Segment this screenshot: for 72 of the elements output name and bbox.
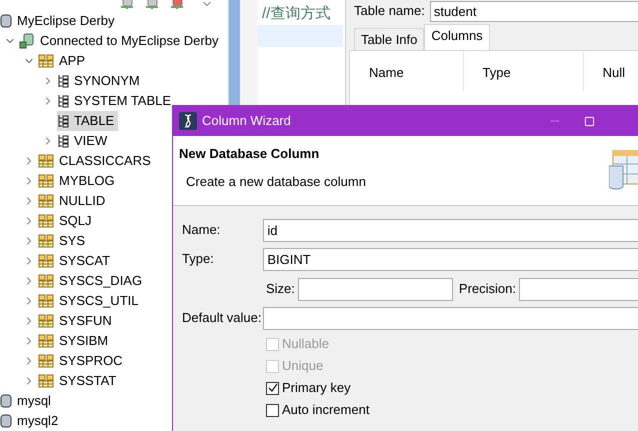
field-label: Table name: [354, 2, 425, 20]
window-title: Column Wizard [202, 112, 291, 130]
tree-item[interactable]: SYNONYM [57, 71, 144, 91]
schema-icon [38, 374, 54, 388]
tree-item[interactable]: SYSTEM TABLE [57, 91, 176, 111]
schema-icon [38, 214, 54, 228]
checkbox-label: Unique [282, 357, 324, 376]
schema-icon [38, 54, 54, 68]
tree-item[interactable]: NULLID [38, 191, 110, 211]
default-value-field[interactable] [263, 306, 638, 330]
database-icon [0, 414, 12, 428]
tree-item[interactable]: SYSSTAT [38, 371, 120, 391]
checkbox-label: Auto increment [282, 401, 370, 420]
tree-item[interactable]: SYSCAT [38, 251, 114, 271]
wizard-subtitle: Create a new database column [185, 172, 367, 190]
tree-item[interactable]: MyEclipse Derby [0, 11, 119, 31]
tree-item[interactable]: mysql2 [0, 411, 62, 431]
schema-icon [38, 294, 54, 308]
schema-icon [38, 154, 54, 168]
field-label: Size: [266, 280, 295, 298]
checkbox[interactable] [266, 382, 279, 394]
schema-icon [38, 234, 54, 248]
column-header[interactable]: Null [584, 51, 638, 91]
checkbox-label: Primary key [282, 379, 351, 398]
database-icon [0, 14, 12, 28]
table-list-icon [57, 94, 69, 108]
tree-item[interactable]: APP [38, 51, 90, 71]
column-header[interactable]: Name [350, 51, 464, 91]
tree-item[interactable]: SYS [38, 231, 90, 251]
wizard-heading: New Database Column [179, 145, 320, 163]
tree-item[interactable]: Connected to MyEclipse Derby [19, 31, 222, 51]
field-label: Name: [182, 221, 222, 240]
tree-item[interactable]: SYSCS_DIAG [38, 271, 146, 291]
table-list-icon [57, 74, 69, 88]
field-label: Type: [182, 250, 215, 268]
checkbox-label: Nullable [282, 335, 329, 354]
schema-icon [38, 354, 54, 368]
field-label: Default value: [182, 309, 262, 328]
connection-icon [19, 33, 35, 49]
precision-field[interactable] [518, 278, 638, 300]
tree-item[interactable]: CLASSICCARS [38, 151, 155, 171]
tree-item[interactable]: SYSIBM [38, 331, 112, 351]
code-line: //查询方式 [261, 4, 330, 24]
field-label: Precision: [458, 280, 516, 298]
tree-item[interactable]: SYSCS_UTIL [38, 291, 142, 311]
column-header[interactable]: Type [464, 51, 584, 91]
size-field[interactable] [298, 278, 453, 300]
tree-item[interactable]: SQLJ [38, 211, 96, 231]
checkbox[interactable] [266, 404, 279, 416]
tree-item[interactable]: SYSFUN [38, 311, 116, 331]
schema-icon [38, 174, 54, 188]
schema-icon [38, 334, 54, 348]
schema-icon [38, 194, 54, 208]
database-icon [0, 394, 12, 408]
tree-item[interactable]: mysql [0, 391, 55, 411]
table-list-icon [57, 114, 69, 128]
name-field[interactable]: id [263, 218, 638, 242]
maximize-icon[interactable] [584, 116, 595, 126]
app-logo-icon [179, 112, 197, 130]
tree-item[interactable]: SYSPROC [38, 351, 127, 371]
tree-item[interactable]: MYBLOG [38, 171, 119, 191]
schema-icon [38, 254, 54, 268]
schema-icon [38, 274, 54, 288]
table-list-icon [57, 134, 69, 148]
schema-icon [38, 314, 54, 328]
checkmark-icon [268, 383, 278, 393]
tab[interactable]: Columns [424, 24, 490, 50]
tree-item[interactable]: TABLE [57, 111, 118, 131]
tab[interactable]: Table Info [354, 28, 424, 50]
tree-item[interactable]: VIEW [57, 131, 112, 151]
table-name-field[interactable]: student [430, 0, 638, 22]
type-field[interactable]: BIGINT [263, 248, 638, 270]
